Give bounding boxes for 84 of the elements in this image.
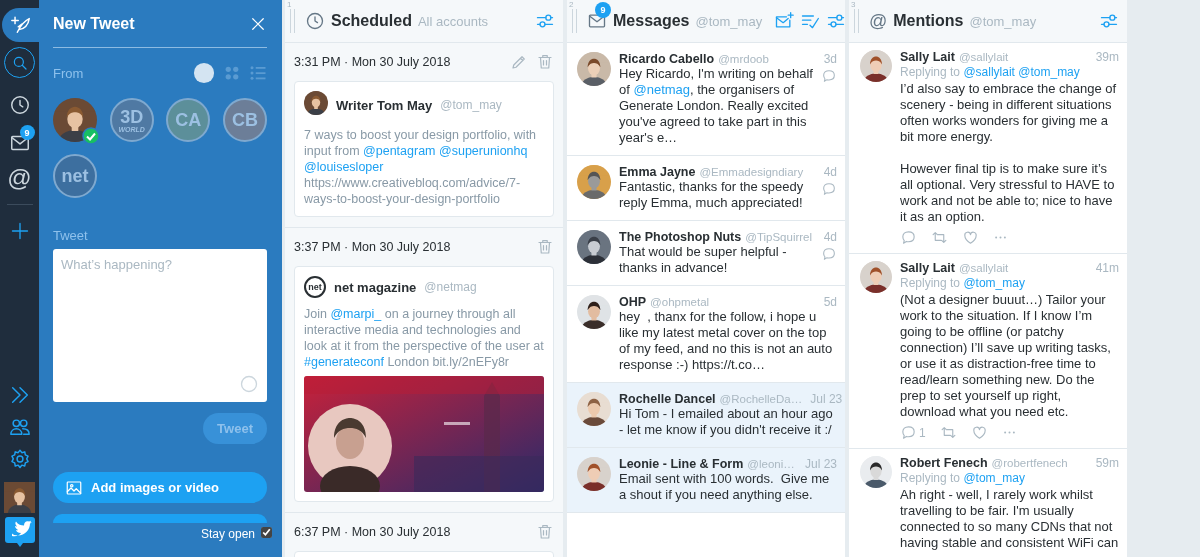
author-name: Robert Fenech [900,456,988,470]
tweet-text: I’d also say to embrace the change of scenery - being in different situations often works wonders for giving me a bit more energy. [900,81,1118,145]
tweet-time: 41m [1094,261,1119,275]
message-time: 4d [822,165,837,179]
mentions-icon: @ [869,10,888,32]
link[interactable]: @louisesloper [304,160,384,174]
sender-handle: @TipSquirrel [745,231,813,243]
mentions-icon[interactable]: @ [7,166,32,190]
tweet-text: (Not a designer buuut…) Tailor your work to the situation. If I know I’m going to be offline (or patchy connection) I’ll save up writing tasks, or use it as distraction-free time to read/learn something new. Do the prep to set yourself up right, download what you need etc. [900,292,1112,420]
column-subtitle: @tom_may [969,13,1037,29]
message-row[interactable]: Leonie - Line & Form @leoni… Jul 23 Email sent with 100 words. Give me a shout if you need anything else. [567,448,845,513]
column-subtitle: @tom_may [695,13,763,29]
account-logo[interactable]: CA [166,98,211,142]
sender-handle: @mrdoob [718,53,769,65]
link[interactable]: @sallylait [963,65,1015,79]
author-handle: @robertfenech [991,457,1068,469]
author-handle: @sallylait [958,262,1009,274]
author-handle: @tom_may [440,98,502,112]
author-name: Sally Lait [900,261,955,275]
scheduled-time: 6:37 PM · Mon 30 July 2018 [294,525,452,539]
column-number: 3 [851,0,856,9]
link[interactable]: @tom_may [963,471,1025,485]
link[interactable]: @superunionhq [439,144,528,158]
avatar-logo: net [304,276,326,298]
replying-to: Replying to @tom_may [900,276,1026,290]
panel-title: New Tweet [53,14,135,33]
link[interactable]: @marpi_ [330,307,382,321]
link[interactable]: @netmag [633,82,691,97]
link[interactable]: @tom_may [963,276,1025,290]
unread-badge: 9 [19,125,35,140]
column-title: Scheduled [331,12,412,30]
add-media-button[interactable]: Add images or video [53,472,267,503]
scheduled-time: 3:37 PM · Mon 30 July 2018 [294,240,452,254]
replying-to: Replying to @sallylait @tom_may [900,65,1081,79]
message-text: Email sent with 100 words. Give me a shout if you need anything else. [619,471,831,503]
sender-name: Rochelle Dancel [619,392,716,406]
message-text: Hi Tom - I emailed about an hour ago - let me know if you didn't receive it :/ [619,406,834,438]
tweet-field[interactable]: What’s happening? [53,249,267,402]
author-name: Sally Lait [900,50,955,64]
sender-handle: @ohpmetal [650,296,710,308]
sender-handle: @RochelleDa… [719,393,803,405]
tweet-text: However final tip is to make sure it’s all optional. Very stressful to HAVE to work and not be able to; nice to have it as an option. [900,161,1116,225]
link[interactable]: @tom_may [1018,65,1080,79]
message-time: 5d [822,295,837,309]
message-text: Fantastic, thanks for the speedy reply Emma, much appreciated! [619,179,805,211]
tweet-time: 39m [1094,50,1119,64]
sender-handle: @leoni… [747,458,795,470]
message-time: 3d [822,52,837,66]
column-subtitle: All accounts [417,13,488,29]
message-time: Jul 23 [809,392,843,406]
message-row[interactable]: Rochelle Dancel @RochelleDa… Jul 23 Hi Tom - I emailed about an hour ago - let me know if you didn't receive it :/ [567,383,845,448]
sender-name: OHP [619,295,647,309]
tweet-time: 59m [1094,456,1119,470]
tweet-text: Join @marpi_ on a journey through all interactive media and technologies and look at it from the perspective of the user at #generateconf London bit.ly/2nEFy8r [304,306,544,370]
sender-handle: @Emmadesigndiary [699,166,804,178]
unread-badge: 9 [595,2,611,18]
replying-to: Replying to @tom_may [900,471,1026,485]
author-handle: @netmag [424,280,477,294]
author-name: net magazine [334,279,417,295]
column-title: Mentions [893,12,964,30]
tweet-label: Tweet [53,228,89,243]
sender-name: Ricardo Cabello [619,52,715,66]
from-label: From [53,65,84,81]
column-title: Messages [613,12,690,30]
message-text: hey , thanx for the follow, i hope u like my latest metal cover on the top of my feed, and no this is not an auto response :-) https://t.co… [619,309,834,373]
message-text: Hey Ricardo, I'm writing on behalf of @netmag, the organisers of Generate London. Really excited you've agreed to take part in this year's e… [619,66,814,146]
sender-name: Leonie - Line & Form [619,457,744,471]
author-name: Writer Tom May [336,97,433,113]
scheduled-time: 3:31 PM · Mon 30 July 2018 [294,55,452,69]
stay-open-label: Stay open [200,527,255,541]
sender-name: The Photoshop Nuts [619,230,742,244]
account-logo[interactable]: net [53,154,97,198]
link[interactable]: @pentagram [363,144,436,158]
account-logo[interactable]: CB [222,98,267,142]
sender-name: Emma Jayne [619,165,696,179]
author-handle: @sallylait [958,51,1009,63]
message-text: That would be super helpful - thanks in advance! [619,244,788,276]
tweet-text: Ah right - well, I rarely work whilst travelling to be fair. I'm usually connected to so many CDNs that not having stable and consistent WiFi can [900,487,1119,551]
column-number: 1 [287,0,292,9]
link[interactable]: #generateconf [304,355,384,369]
message-time: Jul 23 [803,457,837,471]
message-time: 4d [822,230,837,244]
reply-count: 1 [919,425,926,440]
tweet-text: 7 ways to boost your design portfolio, with input from @pentagram @superunionhq @louisesloper https://www.creativebloq.com/advice/7-ways-to-boost-your-design-portfolio [304,127,538,207]
